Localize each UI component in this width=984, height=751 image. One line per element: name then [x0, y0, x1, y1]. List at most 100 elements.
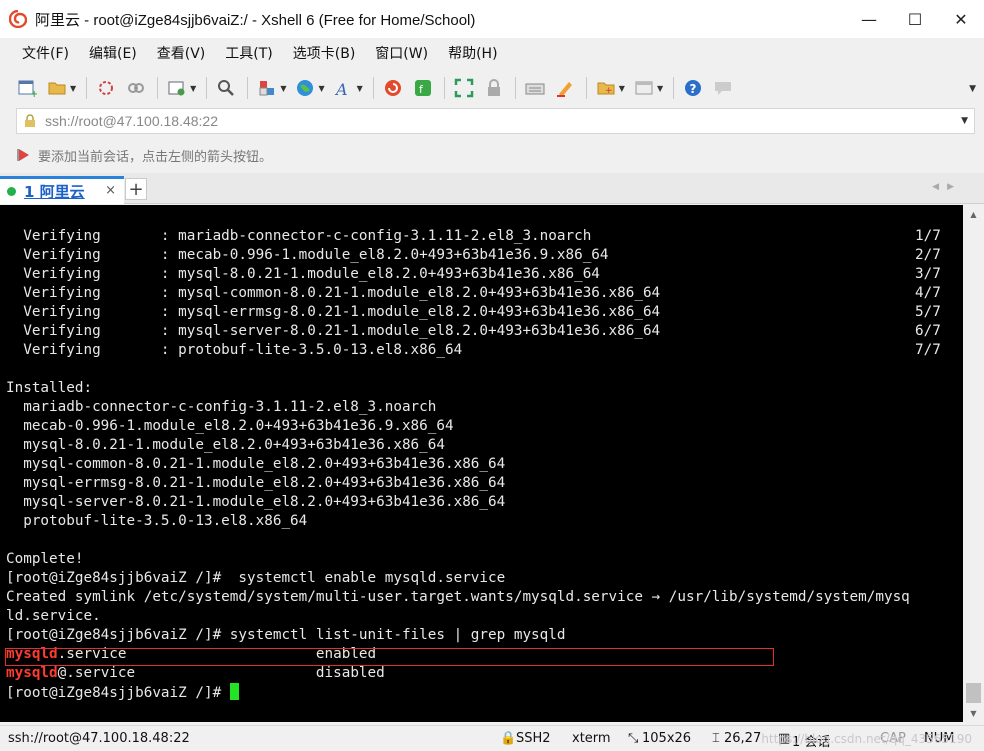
chevron-down-icon[interactable]: ▼ [280, 84, 286, 93]
unit-file-line: mysqld@.service disabled [6, 664, 910, 683]
verify-line: Verifying : mysql-errmsg-8.0.21-1.module… [6, 303, 941, 322]
menu-view[interactable]: 查看(V) [147, 43, 216, 63]
hint-text: 要添加当前会话，点击左侧的箭头按钮。 [38, 149, 273, 165]
connected-status-icon [7, 187, 16, 196]
installed-package: mysql-errmsg-8.0.21-1.module_el8.2.0+493… [6, 475, 506, 491]
menu-tab[interactable]: 选项卡(B) [283, 43, 366, 63]
new-folder-icon[interactable]: + [595, 77, 617, 99]
close-button[interactable]: ✕ [938, 0, 984, 38]
tab-session-1[interactable]: 1 阿里云 × [0, 176, 124, 204]
verify-text: Verifying : mysql-8.0.21-1.module_el8.2.… [6, 266, 600, 282]
menu-file[interactable]: 文件(F) [12, 43, 79, 63]
unit-name: @.service [57, 665, 316, 681]
add-session-arrow-icon[interactable] [16, 147, 32, 163]
chat-icon[interactable] [712, 77, 734, 99]
open-folder-icon[interactable] [46, 77, 68, 99]
toolbar-divider [86, 77, 88, 99]
menu-help[interactable]: 帮助(H) [438, 43, 507, 63]
installed-package: protobuf-lite-3.5.0-13.el8.x86_64 [6, 513, 308, 529]
minimize-button[interactable]: — [846, 0, 892, 38]
address-bar[interactable]: ssh://root@47.100.18.48:22 ▼ [16, 108, 975, 134]
installed-line: mysql-common-8.0.21-1.module_el8.2.0+493… [6, 455, 910, 474]
command-line: [root@iZge84sjjb6vaiZ /]# systemctl list… [6, 626, 910, 645]
search-icon[interactable] [215, 77, 237, 99]
new-session-icon[interactable]: + [16, 77, 38, 99]
toolbar-divider [157, 77, 159, 99]
status-connection: ssh://root@47.100.18.48:22 [8, 731, 190, 746]
verify-text: Verifying : mysql-common-8.0.21-1.module… [6, 285, 661, 301]
title-bar: 阿里云 - root@iZge84sjjb6vaiZ:/ - Xshell 6 … [0, 0, 984, 38]
terminal-output[interactable]: Verifying : mariadb-connector-c-config-3… [0, 205, 963, 722]
watermark: https://blog.csdn.net/qq_43565190 [761, 732, 972, 746]
symlink-line: Created symlink /etc/systemd/system/mult… [6, 588, 910, 607]
maximize-button[interactable]: ☐ [892, 0, 938, 38]
menu-window[interactable]: 窗口(W) [365, 43, 438, 63]
svg-text:+: + [605, 86, 613, 96]
unit-state: disabled [315, 665, 385, 681]
complete-line: Complete! [6, 550, 910, 569]
verify-text: Verifying : mysql-errmsg-8.0.21-1.module… [6, 304, 661, 320]
fullscreen-icon[interactable] [453, 77, 475, 99]
lock-icon: 🔒 [500, 731, 517, 746]
verify-text: Verifying : protobuf-lite-3.5.0-13.el8.x… [6, 342, 463, 358]
scroll-thumb[interactable] [966, 683, 981, 703]
verify-count: 4/7 [915, 285, 941, 301]
xftp-icon[interactable]: f [412, 77, 434, 99]
installed-package: mysql-server-8.0.21-1.module_el8.2.0+493… [6, 494, 506, 510]
menu-tools[interactable]: 工具(T) [215, 43, 282, 63]
lock-icon[interactable] [483, 77, 505, 99]
toolbar-more-icon[interactable]: ▼ [969, 84, 976, 94]
verify-count: 7/7 [915, 342, 941, 358]
reconnect-icon[interactable] [95, 77, 117, 99]
font-icon[interactable]: A [333, 77, 355, 99]
terminal-scrollbar[interactable]: ▲ ▼ [963, 205, 984, 722]
installed-line: mysql-8.0.21-1.module_el8.2.0+493+63b41e… [6, 436, 910, 455]
verify-line: Verifying : mariadb-connector-c-config-3… [6, 227, 941, 246]
disconnect-icon[interactable] [125, 77, 147, 99]
symlink-text: Created symlink /etc/systemd/system/mult… [6, 589, 910, 605]
verify-count: 1/7 [915, 228, 941, 244]
window-layout-icon[interactable] [633, 77, 655, 99]
toolbar-divider [673, 77, 675, 99]
verify-count: 3/7 [915, 266, 941, 282]
svg-text:+: + [30, 89, 37, 98]
help-icon[interactable]: ? [682, 77, 704, 99]
toolbar-divider [443, 77, 445, 99]
installed-line: mariadb-connector-c-config-3.1.11-2.el8_… [6, 398, 910, 417]
address-input[interactable]: ssh://root@47.100.18.48:22 [45, 113, 218, 129]
toolbar-divider [585, 77, 587, 99]
layout-icon[interactable] [256, 77, 278, 99]
toolbar-divider [372, 77, 374, 99]
close-tab-icon[interactable]: × [105, 183, 116, 198]
prompt-text: [root@iZge84sjjb6vaiZ /]# [6, 685, 230, 701]
highlight-icon[interactable] [554, 77, 576, 99]
installed-line: mysql-server-8.0.21-1.module_el8.2.0+493… [6, 493, 910, 512]
symlink-text: ld.service. [6, 608, 101, 624]
scroll-down-icon[interactable]: ▼ [963, 704, 984, 722]
chevron-down-icon[interactable]: ▼ [190, 84, 196, 93]
installed-line: mecab-0.996-1.module_el8.2.0+493+63b41e3… [6, 417, 910, 436]
chevron-down-icon[interactable]: ▼ [961, 116, 968, 126]
tab-scroll-arrows-icon[interactable]: ◀▶ [932, 182, 962, 192]
chevron-down-icon[interactable]: ▼ [657, 84, 663, 93]
toolbar-divider [247, 77, 249, 99]
status-term: xterm [572, 731, 611, 746]
chevron-down-icon[interactable]: ▼ [318, 84, 324, 93]
chevron-down-icon[interactable]: ▼ [70, 84, 76, 93]
installed-package: mecab-0.996-1.module_el8.2.0+493+63b41e3… [6, 418, 454, 434]
properties-icon[interactable] [166, 77, 188, 99]
status-protocol: SSH2 [516, 731, 551, 746]
new-tab-button[interactable]: + [125, 178, 147, 200]
menu-edit[interactable]: 编辑(E) [79, 43, 147, 63]
chevron-down-icon[interactable]: ▼ [619, 84, 625, 93]
session-hint-bar: 要添加当前会话，点击左侧的箭头按钮。 [16, 143, 272, 167]
verify-line: Verifying : mysql-8.0.21-1.module_el8.2.… [6, 265, 941, 284]
xshell-icon[interactable] [382, 77, 404, 99]
toolbar-divider [514, 77, 516, 99]
scroll-up-icon[interactable]: ▲ [963, 205, 984, 223]
keyboard-icon[interactable] [524, 77, 546, 99]
command-line: [root@iZge84sjjb6vaiZ /]# systemctl enab… [6, 569, 910, 588]
chevron-down-icon[interactable]: ▼ [357, 84, 363, 93]
globe-icon[interactable] [294, 77, 316, 99]
